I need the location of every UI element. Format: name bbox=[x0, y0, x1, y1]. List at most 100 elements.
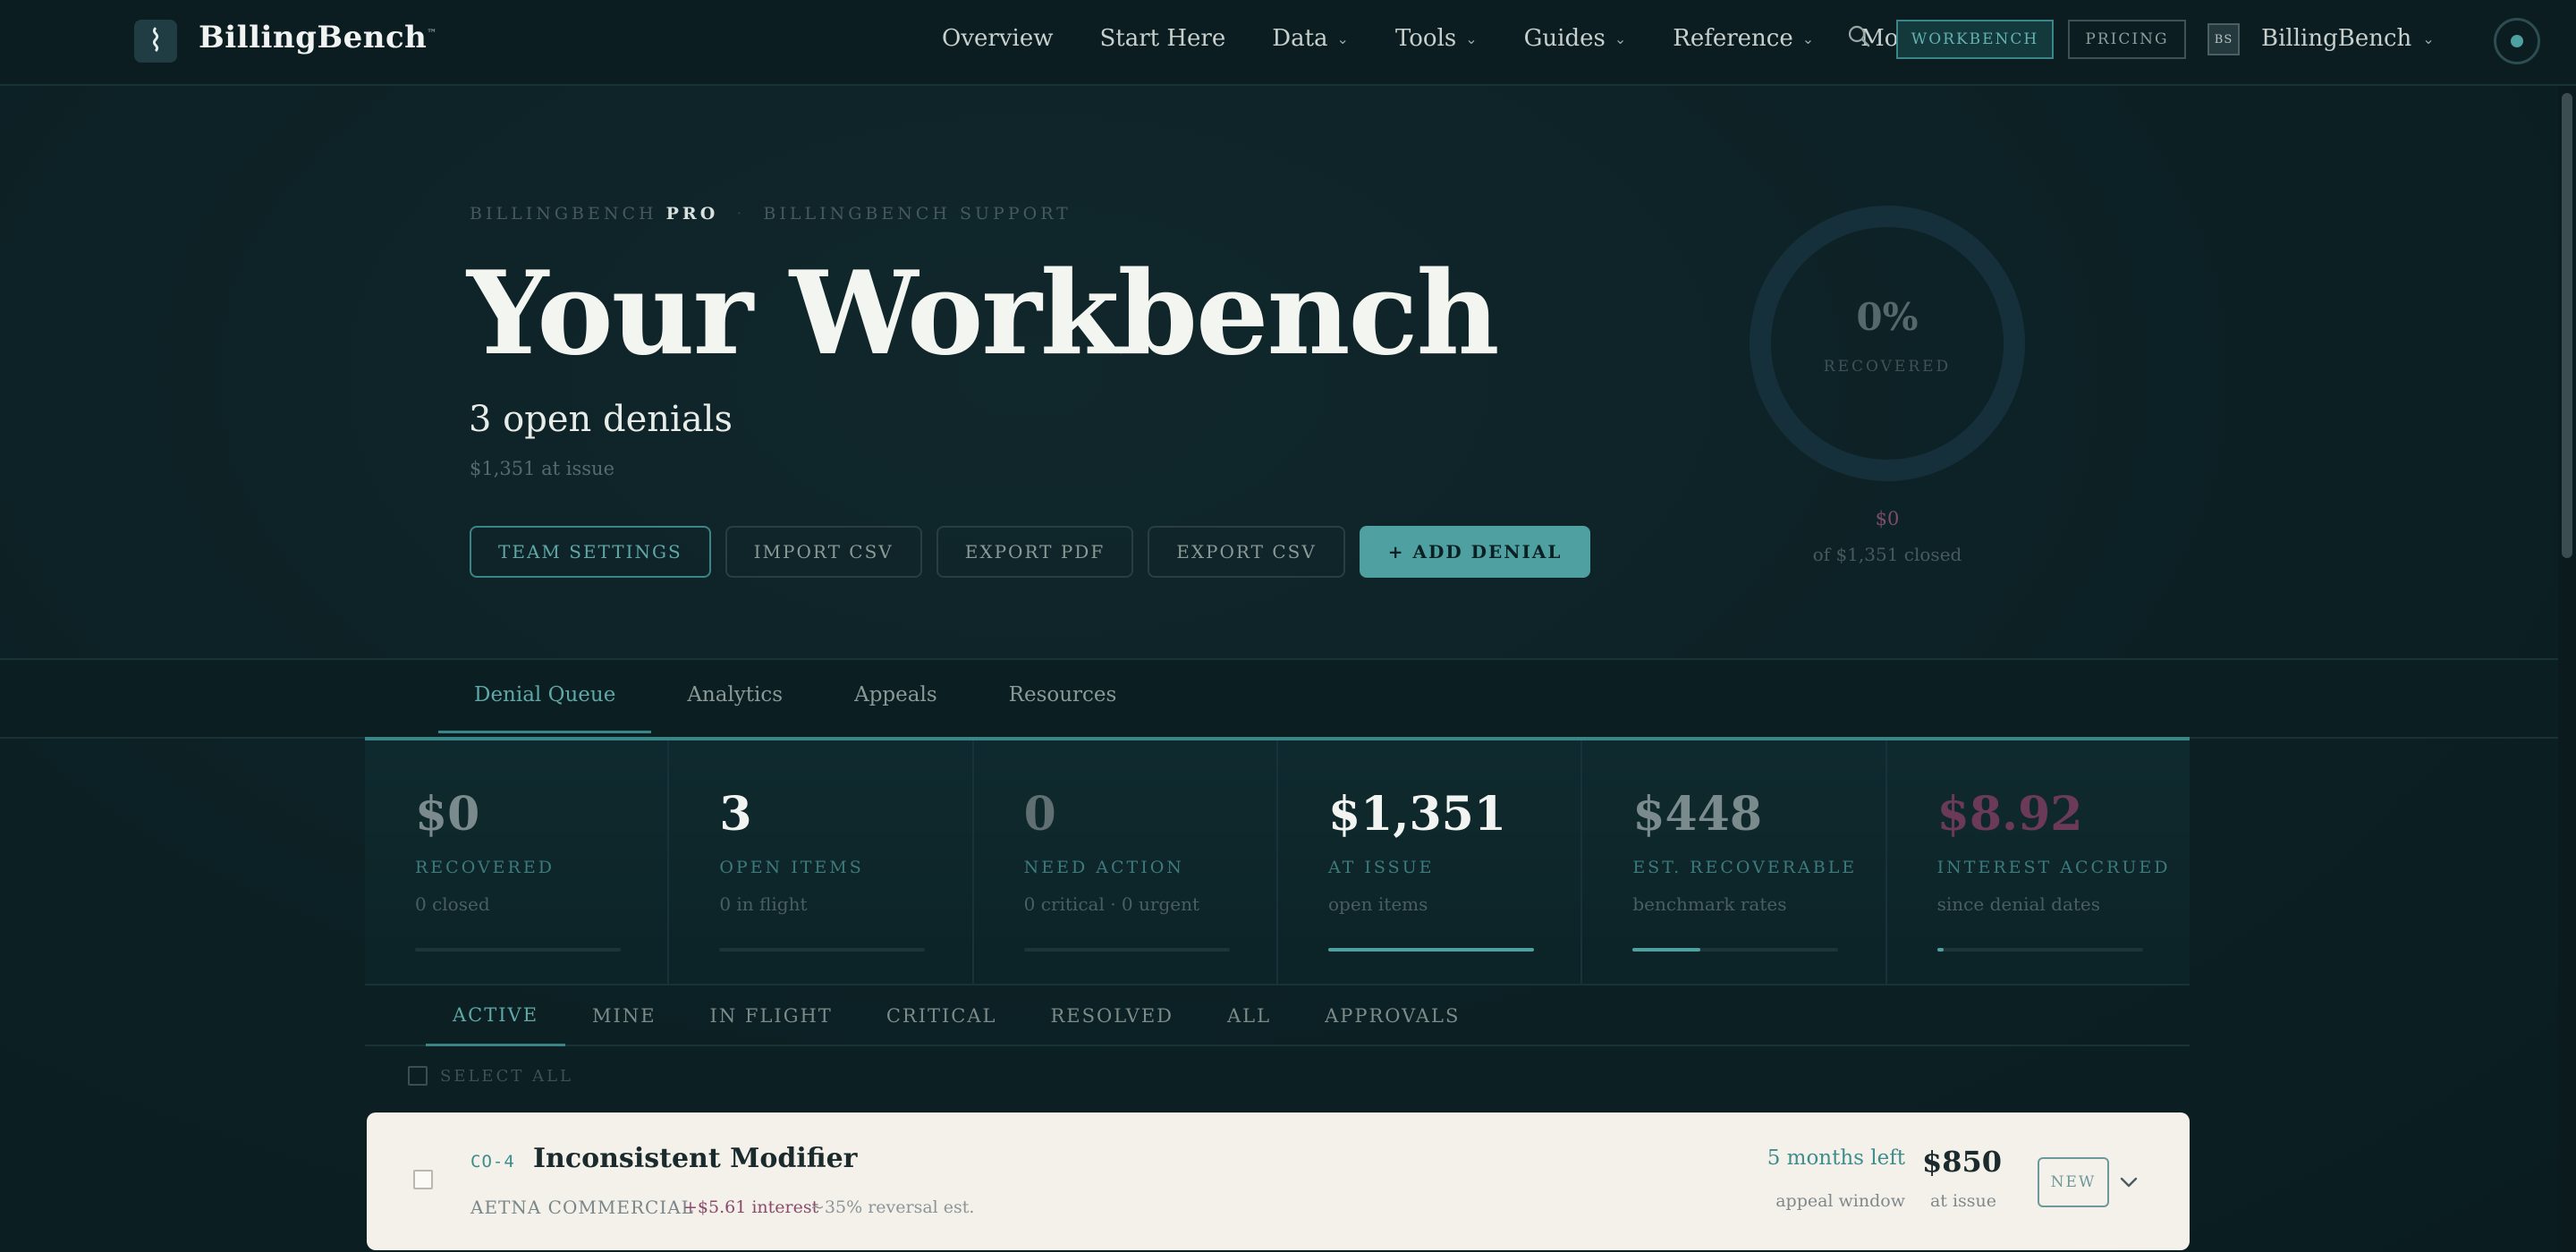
filter-bar: ACTIVE MINE IN FLIGHT CRITICAL RESOLVED … bbox=[365, 984, 2190, 1046]
scrollbar-thumb[interactable] bbox=[2562, 93, 2572, 558]
denial-amount-label: at issue bbox=[1929, 1191, 1996, 1211]
denial-interest: +$5.61 interest bbox=[683, 1197, 819, 1217]
stat-progress-fill bbox=[1327, 948, 1534, 952]
status-dot bbox=[2511, 35, 2523, 47]
stat-need-action: 0 NEED ACTION 0 critical · 0 urgent bbox=[974, 740, 1278, 986]
avatar[interactable]: BS bbox=[2207, 23, 2240, 55]
stat-label: RECOVERED bbox=[415, 858, 555, 877]
chevron-down-icon: ⌄ bbox=[1336, 30, 1349, 47]
filter-approvals[interactable]: APPROVALS bbox=[1298, 986, 1487, 1046]
tab-denial-queue[interactable]: Denial Queue bbox=[438, 676, 652, 733]
at-issue-total: $1,351 at issue bbox=[470, 458, 615, 479]
filter-in-flight[interactable]: IN FLIGHT bbox=[683, 986, 860, 1046]
chevron-down-icon: ⌄ bbox=[1614, 30, 1627, 47]
stat-progress-fill bbox=[1936, 948, 1944, 952]
brand-trademark: ™ bbox=[427, 27, 437, 39]
status-indicator-icon[interactable] bbox=[2494, 18, 2540, 64]
stat-value: 0 bbox=[1023, 787, 1056, 842]
nav-link-label: Reference bbox=[1673, 25, 1793, 52]
hero-actions: TEAM SETTINGS IMPORT CSV EXPORT PDF EXPO… bbox=[470, 526, 1591, 578]
stat-note: 0 closed bbox=[415, 893, 490, 915]
tab-analytics[interactable]: Analytics bbox=[651, 676, 818, 733]
denial-card[interactable]: CO-4 Inconsistent Modifier AETNA COMMERC… bbox=[367, 1112, 2190, 1250]
filter-resolved[interactable]: RESOLVED bbox=[1023, 986, 1200, 1046]
denial-title[interactable]: Inconsistent Modifier bbox=[533, 1143, 857, 1174]
chevron-down-icon[interactable] bbox=[2118, 1172, 2140, 1193]
export-pdf-button[interactable]: EXPORT PDF bbox=[936, 526, 1134, 578]
status-badge: NEW bbox=[2038, 1157, 2109, 1207]
select-all-checkbox[interactable] bbox=[408, 1066, 428, 1086]
main-tabs: Denial Queue Analytics Appeals Resources bbox=[438, 676, 1152, 733]
stat-progress-bar bbox=[415, 948, 621, 952]
stat-progress-bar bbox=[1023, 948, 1230, 952]
stat-label: OPEN ITEMS bbox=[719, 858, 864, 877]
select-all[interactable]: SELECT ALL bbox=[408, 1066, 573, 1086]
recovery-ring-track bbox=[1750, 206, 2025, 481]
tab-resources[interactable]: Resources bbox=[973, 676, 1153, 733]
top-navbar: ⌇ BillingBench™ Overview Start Here Data… bbox=[0, 0, 2576, 86]
filter-all[interactable]: ALL bbox=[1200, 986, 1298, 1046]
nav-link-guides[interactable]: Guides ⌄ bbox=[1524, 25, 1627, 52]
filter-list: ACTIVE MINE IN FLIGHT CRITICAL RESOLVED … bbox=[426, 986, 1487, 1046]
import-csv-button[interactable]: IMPORT CSV bbox=[724, 526, 922, 578]
recovery-percent: 0% bbox=[1856, 295, 1919, 339]
stat-open-items: 3 OPEN ITEMS 0 in flight bbox=[669, 740, 974, 986]
stats-panel: $0 RECOVERED 0 closed 3 OPEN ITEMS 0 in … bbox=[365, 737, 2190, 986]
stat-recovered: $0 RECOVERED 0 closed bbox=[365, 740, 670, 986]
stat-value: $8.92 bbox=[1936, 787, 2083, 842]
chevron-down-icon: ⌄ bbox=[2422, 30, 2435, 47]
nav-link-start-here[interactable]: Start Here bbox=[1099, 25, 1225, 52]
tab-appeals[interactable]: Appeals bbox=[818, 676, 973, 733]
nav-link-reference[interactable]: Reference ⌄ bbox=[1673, 25, 1814, 52]
stat-label: NEED ACTION bbox=[1023, 858, 1184, 877]
stat-label: EST. RECOVERABLE bbox=[1632, 858, 1858, 877]
user-menu-label: BillingBench bbox=[2261, 25, 2412, 52]
nav-link-label: Start Here bbox=[1099, 25, 1226, 52]
breadcrumb: BILLINGBENCH PRO · BILLINGBENCH SUPPORT bbox=[470, 204, 1072, 224]
filter-mine[interactable]: MINE bbox=[565, 986, 683, 1046]
stat-progress-bar bbox=[719, 948, 926, 952]
appeal-deadline: 5 months left bbox=[1767, 1146, 1905, 1170]
brand-name[interactable]: BillingBench™ bbox=[199, 20, 437, 55]
nav-link-label: Overview bbox=[942, 25, 1054, 52]
recovered-value: $0 bbox=[1875, 508, 1900, 529]
stat-value: 3 bbox=[719, 787, 752, 842]
logo-icon[interactable]: ⌇ bbox=[134, 20, 177, 63]
recovery-ring bbox=[1750, 206, 2025, 481]
breadcrumb-support[interactable]: BILLINGBENCH SUPPORT bbox=[763, 204, 1071, 224]
export-csv-button[interactable]: EXPORT CSV bbox=[1148, 526, 1345, 578]
stat-progress-bar bbox=[1327, 948, 1534, 952]
stat-at-issue: $1,351 AT ISSUE open items bbox=[1278, 740, 1583, 986]
stat-interest-accrued: $8.92 INTEREST ACCRUED since denial date… bbox=[1887, 740, 2190, 986]
team-settings-button[interactable]: TEAM SETTINGS bbox=[470, 526, 711, 578]
breadcrumb-org[interactable]: BILLINGBENCH bbox=[470, 204, 657, 224]
tabs-bar bbox=[0, 658, 2558, 739]
add-denial-button[interactable]: + ADD DENIAL bbox=[1359, 526, 1591, 578]
filter-critical[interactable]: CRITICAL bbox=[860, 986, 1024, 1046]
breadcrumb-separator: · bbox=[736, 204, 746, 224]
page-title: Your Workbench bbox=[467, 247, 1499, 381]
open-denials-count: 3 open denials bbox=[469, 399, 733, 440]
stat-progress-bar bbox=[1632, 948, 1839, 952]
user-menu[interactable]: BillingBench ⌄ bbox=[2261, 25, 2435, 52]
select-all-label: SELECT ALL bbox=[440, 1066, 573, 1086]
stat-note: benchmark rates bbox=[1632, 893, 1787, 915]
workbench-button[interactable]: WORKBENCH bbox=[1896, 20, 2054, 59]
nav-link-overview[interactable]: Overview bbox=[942, 25, 1053, 52]
stat-progress-bar bbox=[1936, 948, 2143, 952]
search-icon[interactable] bbox=[1846, 23, 1873, 50]
denial-checkbox[interactable] bbox=[413, 1170, 433, 1189]
nav-links: Overview Start Here Data ⌄ Tools ⌄ Guides ⌄… bbox=[942, 25, 1991, 52]
stat-note: open items bbox=[1327, 893, 1428, 915]
stat-label: AT ISSUE bbox=[1327, 858, 1435, 877]
recovered-of-total: of $1,351 closed bbox=[1812, 544, 1962, 565]
denial-reversal-estimate: ~35% reversal est. bbox=[810, 1197, 975, 1217]
stat-note: 0 critical · 0 urgent bbox=[1023, 893, 1200, 915]
scrollbar[interactable] bbox=[2558, 86, 2576, 1252]
stat-note: since denial dates bbox=[1936, 893, 2101, 915]
nav-link-tools[interactable]: Tools ⌄ bbox=[1395, 25, 1478, 52]
pricing-button[interactable]: PRICING bbox=[2068, 20, 2186, 59]
chevron-down-icon: ⌄ bbox=[1465, 30, 1478, 47]
nav-link-data[interactable]: Data ⌄ bbox=[1272, 25, 1349, 52]
filter-active[interactable]: ACTIVE bbox=[426, 986, 566, 1046]
